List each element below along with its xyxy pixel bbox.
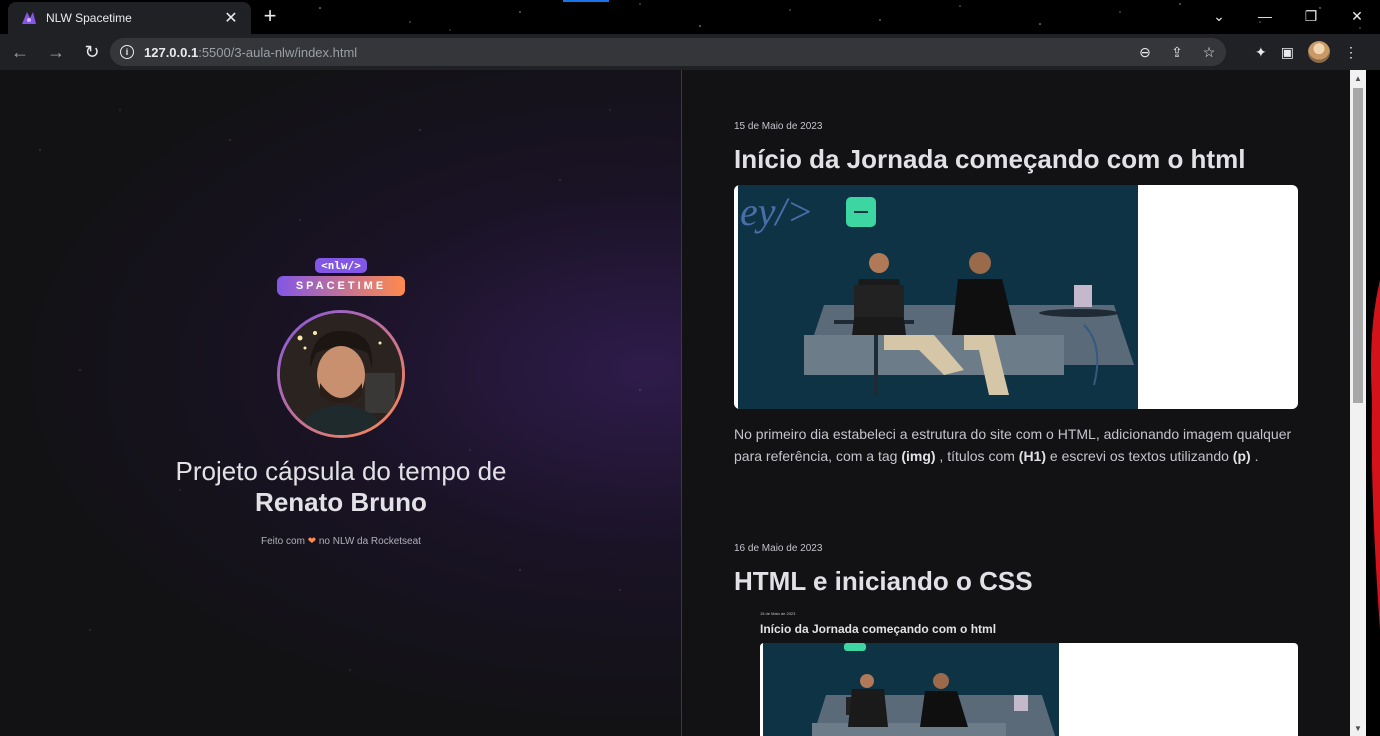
scroll-thumb[interactable]: [1353, 88, 1363, 403]
avatar-photo: [280, 313, 402, 435]
mini-event-photo: [760, 643, 1059, 736]
browser-menu-icon[interactable]: ⋮: [1344, 44, 1358, 61]
heart-icon: ❤: [307, 536, 317, 547]
omnibox-actions: ⊖ ⇪ ☆: [1136, 38, 1218, 66]
new-tab-button[interactable]: +: [259, 5, 281, 27]
credits-text-after: no NLW da Rocketseat: [318, 536, 421, 547]
timeline-entry: 16 de Maio de 2023 HTML e iniciando o CS…: [734, 543, 1298, 597]
back-arrow-icon[interactable]: ←: [4, 36, 36, 68]
nlw-favicon-icon: [22, 12, 36, 24]
restore-icon[interactable]: ❐: [1288, 0, 1334, 32]
entry-title: Início da Jornada começando com o html: [734, 144, 1246, 174]
tag-p: (p): [1232, 448, 1251, 464]
page-viewport: <nlw/> SPACETIME Projeto cápsula do temp…: [0, 70, 1350, 736]
entry-image: ey/>: [734, 185, 1298, 409]
owner-name: Renato Bruno: [255, 487, 427, 517]
credits: Feito com ❤ no NLW da Rocketseat: [0, 536, 682, 547]
forward-arrow-icon[interactable]: →: [40, 36, 72, 68]
minimize-icon[interactable]: —: [1242, 0, 1288, 32]
avatar: [277, 310, 405, 438]
zoom-icon[interactable]: ⊖: [1136, 44, 1154, 61]
headline: Projeto cápsula do tempo de Renato Bruno: [0, 456, 682, 518]
entry-date: 16 de Maio de 2023: [734, 543, 823, 554]
desktop-wallpaper-fragment: [1371, 280, 1380, 630]
site-info-icon[interactable]: i: [120, 45, 134, 59]
nested-screenshot-preview: 15 de Maio de 2023 Início da Jornada com…: [760, 611, 1298, 736]
entry-description: No primeiro dia estabeleci a estrutura d…: [734, 423, 1298, 467]
timeline: 15 de Maio de 2023 Início da Jornada com…: [683, 70, 1350, 736]
tab-close-icon[interactable]: ✕: [221, 8, 241, 28]
page-scrollbar[interactable]: ▲ ▼: [1350, 70, 1366, 736]
url-path: :5500/3-aula-nlw/index.html: [198, 44, 358, 60]
window-controls: ⌄ — ❐ ✕: [1196, 0, 1380, 32]
url-text[interactable]: 127.0.0.1:5500/3-aula-nlw/index.html: [144, 45, 357, 60]
headline-text: Projeto cápsula do tempo de: [175, 456, 507, 486]
entry-text-part: , títulos com: [939, 448, 1015, 464]
credits-text-before: Feito com: [261, 536, 305, 547]
entry-date: 15 de Maio de 2023: [734, 121, 823, 132]
entry-title: HTML e iniciando o CSS: [734, 566, 1033, 596]
bookmark-star-icon[interactable]: ☆: [1200, 44, 1218, 61]
logo-wordmark: SPACETIME: [277, 276, 405, 296]
svg-text:ey/>: ey/>: [740, 189, 814, 234]
browser-chrome: NLW Spacetime ✕ + ⌄ — ❐ ✕ ← → ↻ i 127.0.…: [0, 0, 1380, 70]
mini-entry-date: 15 de Maio de 2023: [760, 611, 796, 616]
event-photo: ey/>: [734, 185, 1138, 409]
timeline-entry: 15 de Maio de 2023 Início da Jornada com…: [734, 121, 1298, 467]
extension-area: ✦ ▣ ⋮: [1255, 34, 1358, 70]
mini-entry-image: [760, 643, 1298, 736]
close-window-icon[interactable]: ✕: [1334, 0, 1380, 32]
url-host: 127.0.0.1: [144, 44, 199, 60]
browser-toolbar: ← → ↻ i 127.0.0.1:5500/3-aula-nlw/index.…: [0, 34, 1380, 70]
desktop-background-edge: [1366, 70, 1380, 736]
reload-icon[interactable]: ↻: [76, 36, 108, 68]
scroll-down-icon[interactable]: ▼: [1350, 720, 1366, 736]
address-bar[interactable]: i 127.0.0.1:5500/3-aula-nlw/index.html ⊖…: [110, 38, 1226, 66]
hero: <nlw/> SPACETIME Projeto cápsula do temp…: [0, 258, 682, 547]
tab-search-icon[interactable]: ⌄: [1196, 0, 1242, 32]
tag-img: (img): [901, 448, 936, 464]
side-panel-icon[interactable]: ▣: [1281, 44, 1294, 61]
tag-h1: (H1): [1018, 448, 1047, 464]
profile-panel: <nlw/> SPACETIME Projeto cápsula do temp…: [0, 70, 682, 736]
profile-avatar[interactable]: [1308, 41, 1330, 63]
nlw-logo: <nlw/> SPACETIME: [0, 258, 682, 296]
share-icon[interactable]: ⇪: [1168, 44, 1186, 61]
entry-text-part: e escrevi os textos utilizando: [1049, 448, 1229, 464]
logo-tag: <nlw/>: [315, 258, 367, 273]
active-tab[interactable]: NLW Spacetime ✕: [8, 2, 251, 34]
scroll-up-icon[interactable]: ▲: [1350, 70, 1366, 86]
entry-text-part: .: [1254, 448, 1259, 464]
tab-title: NLW Spacetime: [46, 11, 132, 25]
extensions-puzzle-icon[interactable]: ✦: [1255, 44, 1267, 61]
mini-entry-title: Início da Jornada começando com o html: [760, 622, 997, 636]
